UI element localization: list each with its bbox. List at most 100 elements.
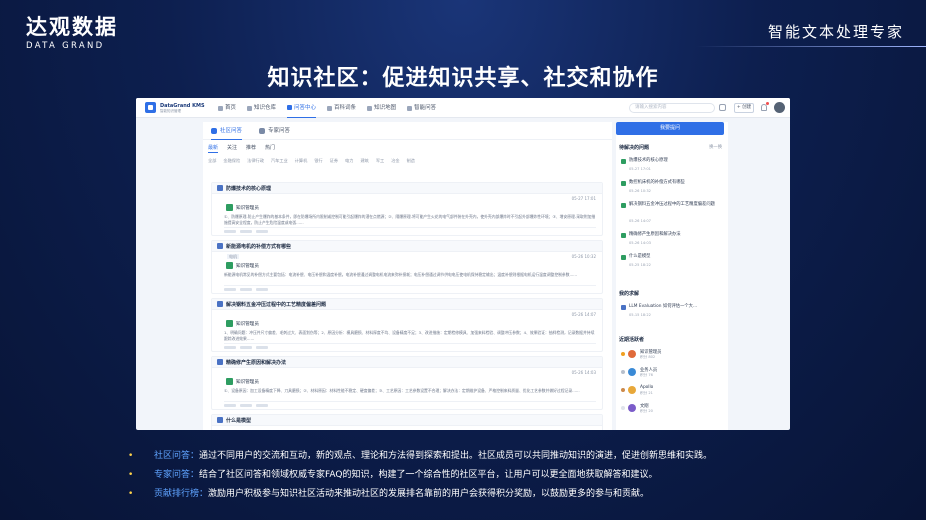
- app-brand[interactable]: DataGrand KMS 智能知识管理: [145, 102, 205, 113]
- category-item[interactable]: 电力: [345, 158, 353, 164]
- comment-icon[interactable]: [240, 346, 252, 349]
- home-icon: [218, 105, 223, 111]
- nav-qa-center[interactable]: 问答中心: [287, 98, 317, 118]
- slide-title: 知识社区：促进知识共享、社交和协作: [267, 66, 659, 91]
- create-button[interactable]: + 创建: [734, 103, 754, 113]
- like-icon[interactable]: [224, 404, 236, 407]
- document-icon: [621, 305, 626, 310]
- category-item[interactable]: 金融保险: [223, 158, 240, 164]
- nav-smart-qa[interactable]: 智能问答: [407, 98, 436, 118]
- user-avatar[interactable]: [774, 102, 785, 113]
- question-date: 05-26 10:32: [571, 254, 596, 259]
- answer-actions: [224, 230, 272, 233]
- question-title[interactable]: 防爆技术的核心原理: [226, 185, 271, 192]
- filter-icon[interactable]: [719, 104, 726, 111]
- like-icon[interactable]: [224, 346, 236, 349]
- logo-chinese: 达观数据: [26, 15, 118, 39]
- community-icon: [211, 127, 217, 134]
- pending-question-item[interactable]: 什么是模型 05-25 18:22: [621, 254, 721, 272]
- answer-author: 知识管理员: [226, 204, 259, 211]
- rank-medal-icon: [621, 352, 625, 356]
- ranking-item[interactable]: Apollo 积分 21: [621, 384, 721, 398]
- author-avatar: [226, 204, 233, 211]
- filter-following[interactable]: 关注: [227, 144, 237, 153]
- rank-medal-icon: [621, 370, 625, 374]
- question-title[interactable]: 新能源电机的补偿方式有哪些: [226, 243, 291, 250]
- rank-medal-icon: [621, 406, 625, 410]
- category-item[interactable]: 建筑: [360, 158, 368, 164]
- bullet-dot-icon: •: [128, 470, 134, 480]
- question-card[interactable]: 新能源电机的补偿方式有哪些 电机 05-26 10:32 知识管理员 新能源电机…: [211, 240, 603, 294]
- question-card[interactable]: 精确修产生原因和解决办法 05-26 14:03 知识管理员 ①、设备原因：加工…: [211, 356, 603, 410]
- share-icon[interactable]: [256, 288, 268, 291]
- brand-logo-icon: [145, 102, 156, 113]
- bullet-dot-icon: •: [128, 489, 134, 499]
- slogan-underline: [696, 46, 926, 47]
- main-nav: 首页 知识仓库 问答中心 百科词条 知识地图 智能问答: [218, 98, 447, 118]
- question-card[interactable]: 解决钢料五金冲压过程中的工艺精度偏差问题 05-26 14:07 知识管理员 1…: [211, 298, 603, 352]
- filter-hot[interactable]: 热门: [265, 144, 275, 153]
- category-item[interactable]: 冶金: [391, 158, 399, 164]
- my-knowledge-item[interactable]: LLM Evaluation 如何评估一个大... 05-15 18:22: [621, 304, 721, 322]
- map-icon: [367, 105, 373, 111]
- category-item[interactable]: 证券: [330, 158, 338, 164]
- ranking-item[interactable]: 知识管理员 积分 802: [621, 348, 721, 362]
- like-icon[interactable]: [224, 288, 236, 291]
- sort-filters: 最新 关注 推荐 热门: [208, 144, 284, 153]
- pending-question-item[interactable]: 防爆技术的核心原理 05-27 17:01: [621, 158, 721, 176]
- tab-community-qa[interactable]: 社区问答: [211, 122, 243, 140]
- bell-icon[interactable]: [761, 104, 767, 111]
- answer-actions: [224, 346, 272, 349]
- answer-author: 知识管理员: [226, 320, 259, 327]
- expert-icon: [259, 128, 265, 134]
- question-icon: [217, 185, 223, 191]
- share-icon[interactable]: [256, 346, 268, 349]
- filter-latest[interactable]: 最新: [208, 144, 219, 153]
- search-input[interactable]: 请输入搜索内容: [629, 103, 715, 113]
- pending-question-item[interactable]: 数控机床机的补偿方式有哪些 05-26 10:32: [621, 180, 721, 198]
- category-item[interactable]: 银行: [314, 158, 322, 164]
- nav-knowledge-map[interactable]: 知识地图: [367, 98, 396, 118]
- question-date: 05-26 14:03: [571, 370, 596, 375]
- nav-home[interactable]: 首页: [218, 98, 236, 118]
- like-icon[interactable]: [224, 230, 236, 233]
- answer-excerpt: 1、明确问题：冲压件尺寸偏差、毛刺过大、表面划伤等；2、原因分析：模具磨损、材料…: [224, 330, 595, 341]
- question-title[interactable]: 解决钢料五金冲压过程中的工艺精度偏差问题: [226, 301, 326, 308]
- app-topbar: DataGrand KMS 智能知识管理 首页 知识仓库 问答中心 百科词条 知…: [136, 98, 790, 118]
- share-icon[interactable]: [256, 230, 268, 233]
- question-icon: [217, 359, 223, 365]
- question-card[interactable]: 防爆技术的核心原理 05-27 17:01 知识管理员 ①、防爆原理-防止产生爆…: [211, 182, 603, 236]
- ask-question-button[interactable]: 我要提问: [616, 122, 724, 135]
- comment-icon[interactable]: [240, 230, 252, 233]
- category-item[interactable]: 全部: [208, 158, 216, 164]
- my-knowledge-title: 我的求解: [619, 291, 640, 297]
- category-item[interactable]: 军工: [376, 158, 384, 164]
- category-item[interactable]: 法律行政: [247, 158, 264, 164]
- tab-expert-qa[interactable]: 专家问答: [259, 122, 290, 140]
- refresh-link[interactable]: 换一换: [709, 144, 722, 150]
- comment-icon[interactable]: [240, 404, 252, 407]
- question-card[interactable]: 什么是模型: [211, 414, 603, 430]
- nav-knowledge-base[interactable]: 知识仓库: [247, 98, 276, 118]
- category-item[interactable]: 制造: [407, 158, 415, 164]
- question-icon: [621, 181, 626, 186]
- comment-icon[interactable]: [240, 288, 252, 291]
- pending-questions-title: 待解决的问题: [619, 145, 650, 151]
- question-title[interactable]: 精确修产生原因和解决办法: [226, 359, 286, 366]
- category-item[interactable]: 汽车工业: [271, 158, 288, 164]
- rank-medal-icon: [621, 388, 625, 392]
- category-filters: 全部 金融保险 法律行政 汽车工业 计算机 银行 证券 电力 建筑 军工 冶金 …: [208, 158, 422, 164]
- pending-question-item[interactable]: 解决钢料五金冲压过程中的工艺精度偏差问题 05-26 14:07: [621, 202, 721, 228]
- filter-recommended[interactable]: 推荐: [246, 144, 256, 153]
- ranking-item[interactable]: 文刚 积分 20: [621, 402, 721, 416]
- share-icon[interactable]: [256, 404, 268, 407]
- user-avatar: [628, 404, 636, 412]
- category-item[interactable]: 计算机: [295, 158, 308, 164]
- ranking-item[interactable]: 业务人员 积分 76: [621, 366, 721, 380]
- nav-encyclopedia[interactable]: 百科词条: [327, 98, 356, 118]
- question-title[interactable]: 什么是模型: [226, 417, 251, 424]
- app-screenshot: DataGrand KMS 智能知识管理 首页 知识仓库 问答中心 百科词条 知…: [136, 98, 790, 430]
- robot-icon: [407, 105, 413, 111]
- author-avatar: [226, 320, 233, 327]
- pending-question-item[interactable]: 精确修产生原因和解决办法 05-26 14:03: [621, 232, 721, 250]
